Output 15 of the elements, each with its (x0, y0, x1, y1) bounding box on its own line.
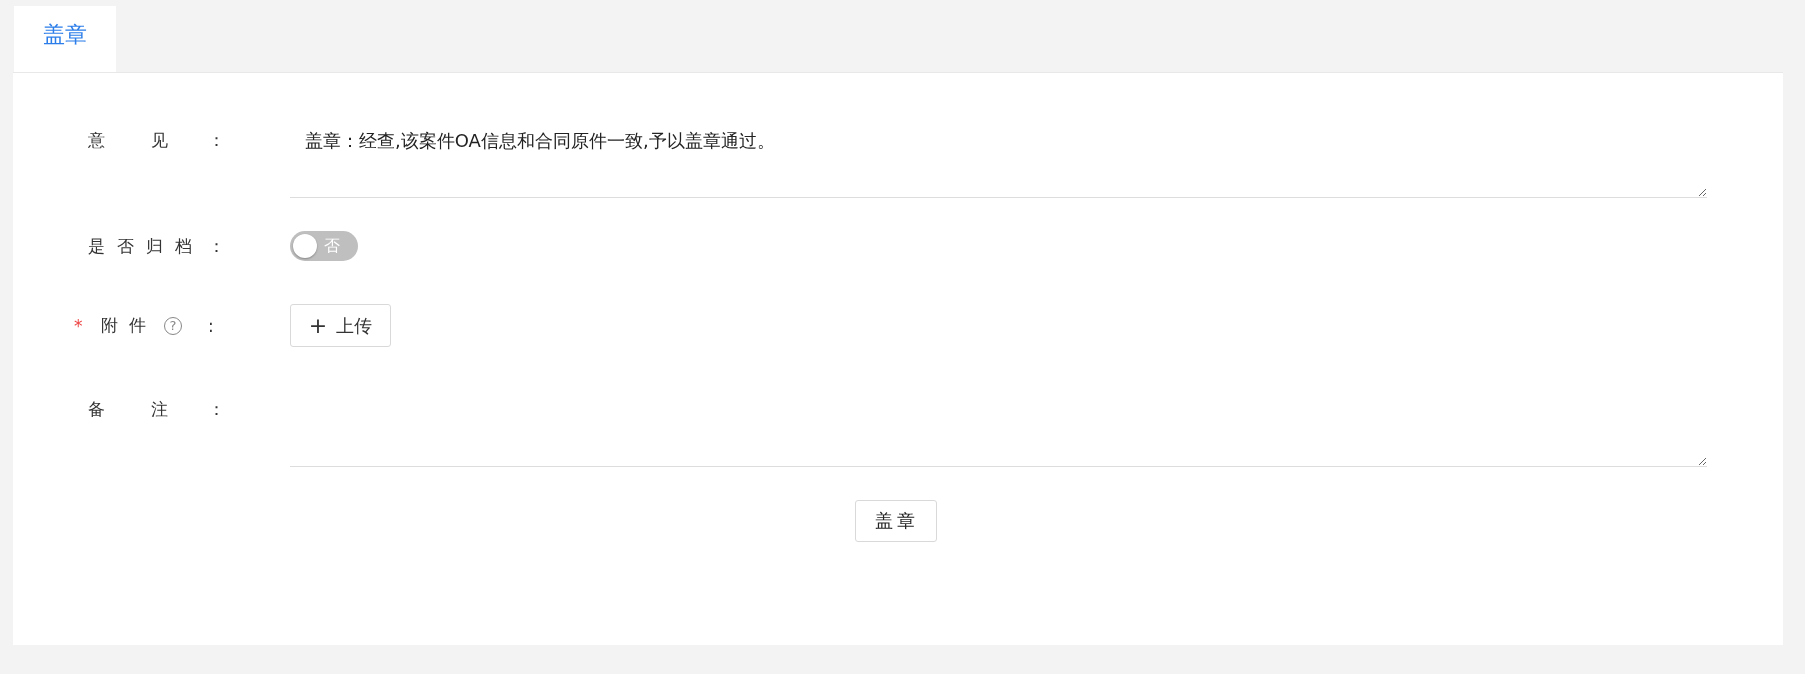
upload-button[interactable]: + 上传 (290, 304, 391, 347)
label-colon: ： (208, 397, 218, 421)
switch-text: 否 (324, 235, 340, 257)
label-colon: : (208, 315, 215, 336)
field-label: 附件 (101, 314, 146, 337)
field-label: 备注 (88, 397, 168, 421)
stamp-button[interactable]: 盖章 (855, 500, 937, 542)
plus-icon: + (308, 314, 328, 337)
switch-knob (293, 234, 317, 258)
label-colon: ： (208, 128, 218, 152)
field-label: 是否归档 (88, 234, 192, 258)
label-colon: ： (208, 234, 218, 258)
required-mark: * (74, 315, 84, 336)
field-label: 意见 (88, 128, 168, 152)
tab[interactable]: 盖章 (14, 6, 116, 72)
